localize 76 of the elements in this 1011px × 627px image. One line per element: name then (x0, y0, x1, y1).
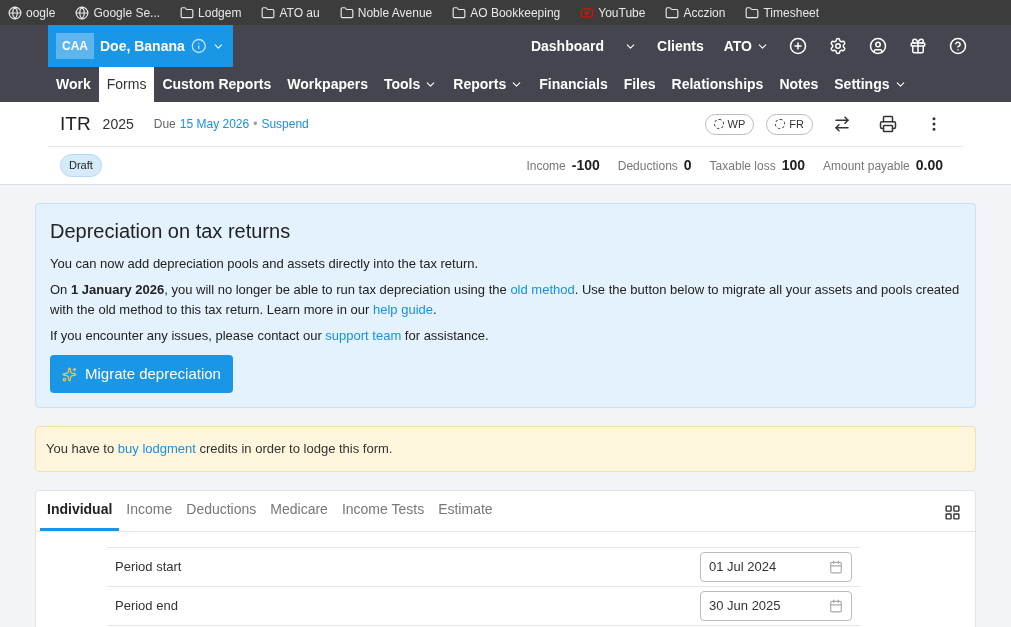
print-icon[interactable] (879, 115, 897, 133)
folder-icon (745, 5, 760, 20)
swap-icon[interactable] (833, 115, 851, 133)
form-tab[interactable]: Income Tests (334, 491, 432, 531)
bookmark-link[interactable]: YouTube (598, 3, 646, 22)
nav-tab[interactable]: Settings (826, 67, 915, 102)
bookmark-link[interactable]: Lodgem (198, 3, 242, 22)
summary-label: Deductions (617, 158, 678, 175)
field-label: Period start (115, 558, 183, 577)
folder-icon (665, 5, 680, 20)
bookmark-link[interactable]: Timesheet (763, 3, 820, 22)
nav-link[interactable]: Clients (657, 35, 704, 57)
summary-value: 100 (781, 156, 805, 175)
folder-icon (261, 5, 276, 20)
banner-text: You can now add depreciation pools and assets directly into the tax return. (50, 255, 480, 273)
nav-link[interactable]: Dashboard (530, 35, 605, 57)
summary-value: 0 (683, 156, 692, 175)
info-icon (190, 38, 207, 54)
summary-value: 0.00 (915, 156, 943, 175)
nav-tab[interactable]: Relationships (663, 67, 772, 102)
nav-tab[interactable]: Forms (98, 67, 155, 102)
globe-icon (75, 5, 90, 20)
calendar-icon (829, 560, 843, 574)
separator-dot: • (253, 116, 258, 133)
field-label: Period end (115, 597, 179, 616)
due-label: Due (153, 116, 176, 133)
add-icon[interactable] (789, 37, 807, 55)
nav-tab[interactable]: Work (48, 67, 99, 102)
client-badge: CAA (56, 33, 94, 59)
due-date: 15 May 2026 (179, 116, 250, 133)
bookmark-link[interactable]: Noble Avenue (357, 3, 433, 22)
summary-label: Taxable loss (709, 158, 776, 175)
form-tab[interactable]: Estimate (431, 491, 500, 531)
banner-title: Depreciation on tax returns (50, 219, 292, 244)
form-tab[interactable]: Individual (40, 491, 120, 531)
settings-icon[interactable] (829, 37, 847, 55)
bookmark-link[interactable]: Acczion (683, 3, 726, 22)
gift-icon[interactable] (909, 37, 927, 55)
date-field[interactable]: 01 Jul 2024 (700, 552, 852, 582)
bookmark-link[interactable]: AO Bookkeeping (470, 3, 561, 22)
nav-tab[interactable]: Tools (376, 67, 446, 102)
nav-tab[interactable]: Reports (445, 67, 532, 102)
warning-text: You have to buy lodgment credits in order to lodge this form. (46, 440, 393, 459)
status-badge: Draft (60, 154, 102, 177)
suspend-link[interactable]: Suspend (261, 115, 309, 133)
folder-icon (452, 5, 467, 20)
date-field[interactable]: 30 Jun 2025 (700, 591, 852, 621)
grid-icon[interactable] (944, 504, 961, 521)
sparkles-icon (62, 366, 77, 382)
video-icon (580, 5, 595, 20)
client-name: Doe, Banana (100, 36, 185, 56)
bookmark-link[interactable]: Google Se... (93, 3, 161, 22)
nav-tab[interactable]: Workpapers (279, 67, 376, 102)
form-tab[interactable]: Deductions (179, 491, 264, 531)
bookmark-link[interactable]: ATO au (279, 3, 320, 22)
form-tab[interactable]: Income (119, 491, 180, 531)
banner-text: On 1 January 2026, you will no longer be able to run tax depreciation using the old method. Use the button below to migrate all your assets and pools created with the old method to this tax return. Learn more in our help guide. (50, 280, 961, 319)
summary-label: Amount payable (823, 158, 910, 175)
folder-icon (180, 5, 195, 20)
nav-tab[interactable]: Files (615, 67, 664, 102)
nav-tab[interactable]: Custom Reports (154, 67, 280, 102)
help-icon[interactable] (949, 37, 967, 55)
globe-icon (8, 5, 22, 20)
nav-tab[interactable]: Financials (531, 67, 616, 102)
calendar-icon (829, 599, 843, 613)
form-year: 2025 (102, 114, 134, 134)
form-type: ITR (60, 111, 91, 136)
form-tab[interactable]: Medicare (263, 491, 335, 531)
summary-value: -100 (571, 156, 600, 175)
account-icon[interactable] (869, 37, 887, 55)
nav-tab[interactable]: Notes (771, 67, 827, 102)
summary-label: Income (526, 158, 566, 175)
bookmark-link[interactable]: oogle (26, 3, 56, 22)
nav-dropdown[interactable]: ATO (723, 35, 769, 57)
banner-text: If you encounter any issues, please contact our support team for assistance. (50, 326, 490, 345)
folder-icon (339, 5, 354, 20)
